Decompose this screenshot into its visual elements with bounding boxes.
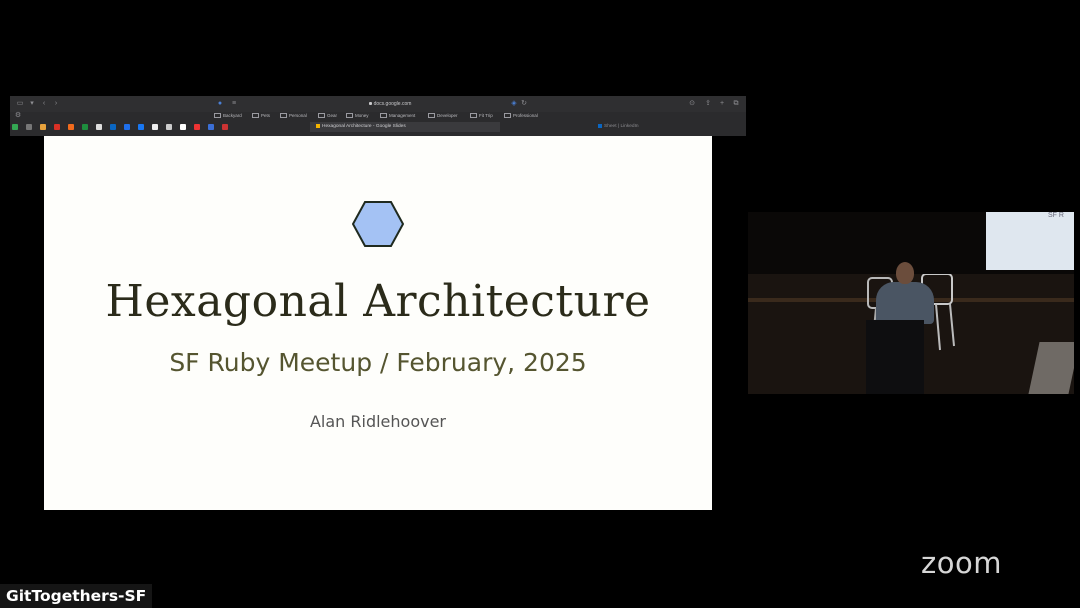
speaker-head [896, 262, 914, 284]
slide-title: Hexagonal Architecture [105, 276, 651, 327]
bookmarks-bar: ⚙ Backyard Pets Personal Gear Money Mana… [10, 112, 746, 120]
projector-screen-text: SF R [1048, 212, 1064, 219]
bookmark-folder[interactable]: Professional [504, 112, 538, 120]
chevron-down-icon[interactable]: ▾ [28, 100, 36, 108]
folder-icon [280, 113, 287, 119]
pinned-tab-icon[interactable] [222, 124, 228, 130]
bookmark-folder[interactable]: Backyard [214, 112, 242, 120]
podium [866, 320, 924, 394]
tab-overview-icon[interactable]: ⧉ [732, 100, 740, 108]
bookmark-folder[interactable]: Management [380, 112, 415, 120]
pinned-tab-icon[interactable] [54, 124, 60, 130]
projector-screen [986, 212, 1074, 270]
folder-icon [214, 113, 221, 119]
pinned-tab-icon[interactable] [40, 124, 46, 130]
pinned-tab-icon[interactable] [12, 124, 18, 130]
reader-icon[interactable]: ≡ [230, 100, 238, 108]
download-icon[interactable]: ⊙ [688, 100, 696, 108]
browser-toolbar: ▭ ▾ ‹ › ● ≡ docs.google.com ◈ ↻ ⊙ ⇪ + ⧉ [10, 96, 746, 112]
bookmark-folder[interactable]: Developer [428, 112, 458, 120]
presentation-slide: Hexagonal Architecture SF Ruby Meetup / … [44, 136, 712, 510]
pinned-tab-icon[interactable] [180, 124, 186, 130]
slide-author: Alan Ridlehoover [309, 412, 447, 431]
pinned-tab-icon[interactable] [26, 124, 32, 130]
folder-icon [346, 113, 353, 119]
sidebar-toggle-icon[interactable]: ▭ [16, 100, 24, 108]
folder-icon [318, 113, 325, 119]
lock-icon [368, 102, 372, 105]
slides-icon [316, 123, 320, 128]
folder-icon [380, 113, 387, 119]
pinned-tab-icon[interactable] [138, 124, 144, 130]
pinned-tab-icon[interactable] [68, 124, 74, 130]
linkedin-icon [598, 123, 602, 128]
bookmark-folder[interactable]: Pets [252, 112, 270, 120]
gear-icon[interactable]: ⚙ [14, 112, 22, 120]
tab-linkedin[interactable]: Sheet | LinkedIn [598, 122, 738, 132]
folder-icon [428, 113, 435, 119]
url-text: docs.google.com [373, 101, 412, 107]
folder-icon [252, 113, 259, 119]
pinned-tab-icon[interactable] [96, 124, 102, 130]
back-icon[interactable]: ‹ [40, 100, 48, 108]
zoom-logo: zoom [921, 546, 1002, 580]
hexagon-icon [352, 201, 404, 247]
folder-icon [504, 113, 511, 119]
speaker-body [876, 282, 934, 324]
pinned-tab-icon[interactable] [194, 124, 200, 130]
translate-icon[interactable]: ◈ [510, 100, 518, 108]
speaker-video: SF R [748, 212, 1074, 394]
pinned-tab-icon[interactable] [82, 124, 88, 130]
tab-google-slides[interactable]: Hexagonal Architecture - Google Slides [310, 122, 500, 132]
slide-subtitle: SF Ruby Meetup / February, 2025 [169, 348, 587, 377]
forward-icon[interactable]: › [52, 100, 60, 108]
pinned-tab-icon[interactable] [166, 124, 172, 130]
bookmark-folder[interactable]: Gear [318, 112, 337, 120]
participant-name-tag: GitTogethers-SF [0, 584, 153, 608]
new-tab-icon[interactable]: + [718, 100, 726, 108]
share-icon[interactable]: ⇪ [704, 100, 712, 108]
folder-icon [470, 113, 477, 119]
bookmark-folder[interactable]: Money [346, 112, 369, 120]
pinned-tab-icon[interactable] [124, 124, 130, 130]
bookmark-folder[interactable]: Personal [280, 112, 307, 120]
pinned-tab-icon[interactable] [152, 124, 158, 130]
extension-icon[interactable]: ● [216, 100, 224, 108]
pinned-tab-icon[interactable] [208, 124, 214, 130]
tab-bar: Hexagonal Architecture - Google Slides S… [10, 122, 746, 132]
browser-window: ▭ ▾ ‹ › ● ≡ docs.google.com ◈ ↻ ⊙ ⇪ + ⧉ … [10, 96, 746, 136]
pinned-tab-icon[interactable] [110, 124, 116, 130]
bookmark-folder[interactable]: Fit Trip [470, 112, 493, 120]
reload-icon[interactable]: ↻ [520, 100, 528, 108]
address-bar[interactable]: docs.google.com [350, 99, 430, 109]
